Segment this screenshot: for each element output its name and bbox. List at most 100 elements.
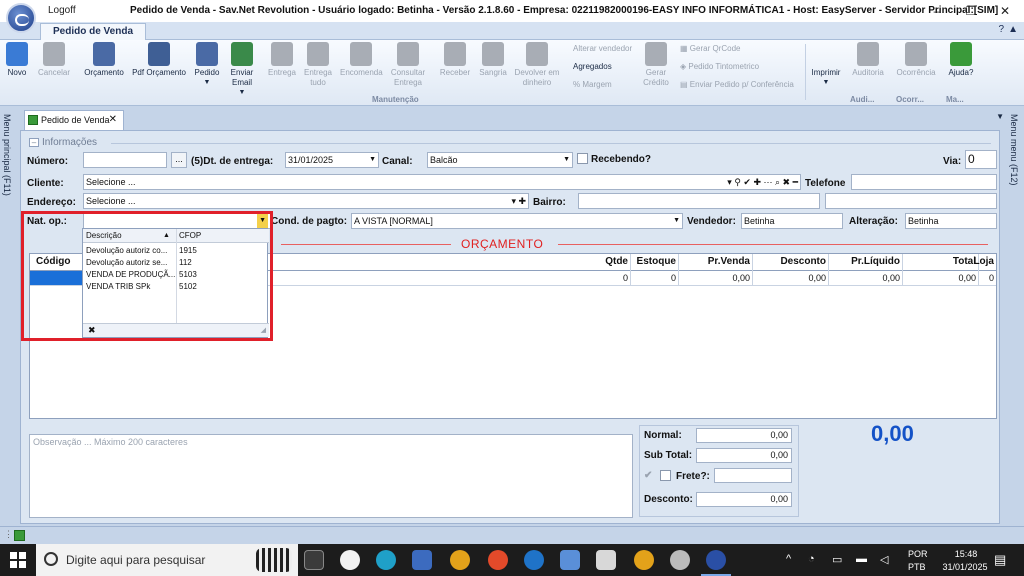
ribbon-button-0[interactable]: Novo — [4, 42, 30, 78]
cliente-select[interactable]: Selecione ... ▾ ⚲ ✔ ✚ ⋯ ⌕ ✖ ━ — [83, 174, 801, 190]
app-logo-icon[interactable] — [6, 3, 36, 33]
desconto-input[interactable]: 0,00 — [696, 492, 792, 507]
app-icon[interactable] — [560, 550, 580, 570]
grid-header-0[interactable]: Código — [36, 254, 70, 270]
notifications-icon[interactable]: ▤ — [994, 552, 1006, 568]
bairro-extra-input[interactable] — [825, 193, 997, 209]
grid-header-4[interactable]: Desconto — [780, 254, 826, 270]
cliente-actions[interactable]: ▾ ⚲ ✔ ✚ ⋯ ⌕ ✖ ━ — [727, 175, 798, 189]
tab-pedido-de-venda[interactable]: Pedido de Venda — [40, 23, 147, 41]
chrome-icon[interactable] — [634, 550, 654, 570]
display-icon[interactable]: ▭ — [832, 553, 842, 566]
chevron-down-icon[interactable]: ▼ — [369, 153, 376, 167]
bairro-input[interactable] — [578, 193, 820, 209]
telefone-input[interactable] — [851, 174, 997, 190]
via-input[interactable]: 0 — [965, 150, 997, 169]
grid-cell[interactable]: 0 — [623, 271, 628, 285]
volume-icon[interactable]: ◁ — [880, 553, 888, 566]
maximize-button[interactable]: ❐ — [956, 2, 986, 20]
col-descricao[interactable]: Descrição — [86, 229, 122, 243]
endereco-select[interactable]: Selecione ... ▾ ✚ — [83, 193, 529, 209]
chevron-down-icon[interactable]: ▼ — [257, 214, 268, 228]
chrome-icon[interactable] — [450, 550, 470, 570]
clock-date[interactable]: 31/01/2025 — [936, 562, 994, 572]
gerar-qrcode-button[interactable]: ▦ Gerar QrCode — [680, 44, 740, 53]
grid-cell[interactable]: 0 — [989, 271, 994, 285]
ribbon-button-8[interactable]: Encomenda — [340, 42, 383, 78]
taskbar-search[interactable]: Digite aqui para pesquisar — [36, 544, 298, 576]
natop-select[interactable]: ▼ — [83, 213, 271, 229]
ie-icon[interactable] — [524, 550, 544, 570]
chevron-down-icon[interactable]: ▼ — [673, 214, 680, 228]
task-view-icon[interactable] — [304, 550, 324, 570]
selected-cell[interactable] — [30, 271, 86, 285]
grid-header-7[interactable]: Loja — [973, 254, 994, 270]
logoff-link[interactable]: Logoff — [48, 5, 76, 16]
windows-start-icon[interactable] — [10, 552, 26, 568]
network-icon[interactable]: ◔ — [808, 553, 815, 565]
ribbon-button-5[interactable]: Enviar Email ▼ — [226, 42, 258, 98]
cond-pagto-select[interactable]: A VISTA [NORMAL] ▼ — [351, 213, 683, 229]
numero-search-button[interactable]: ... — [171, 152, 187, 168]
ajuda-button[interactable]: Ajuda? — [944, 42, 978, 78]
ocorrencia-button[interactable]: Ocorrência — [894, 42, 938, 78]
ribbon-button-10[interactable]: Receber — [438, 42, 472, 78]
natop-option-cfop[interactable]: 5102 — [179, 281, 197, 293]
pedido-tintometrico-button[interactable]: ◈ Pedido Tintometrico — [680, 62, 759, 71]
auditoria-button[interactable]: Auditoria — [848, 42, 888, 78]
tray-chevron-icon[interactable]: ^ — [786, 553, 791, 565]
input-lang-2[interactable]: PTB — [908, 562, 926, 572]
ribbon-button-1[interactable]: Cancelar — [36, 42, 72, 78]
frete-checkbox[interactable] — [660, 470, 671, 481]
natop-option-descricao[interactable]: Devolução autoriz se... — [86, 257, 167, 269]
collapse-icon[interactable]: – — [29, 138, 39, 147]
ribbon-button-11[interactable]: Sangria — [478, 42, 508, 78]
natop-option-cfop[interactable]: 1915 — [179, 245, 197, 257]
grid-cell[interactable]: 0,00 — [958, 271, 976, 285]
app-icon[interactable] — [340, 550, 360, 570]
grid-header-5[interactable]: Pr.Líquido — [851, 254, 900, 270]
numero-input[interactable] — [83, 152, 167, 168]
col-cfop[interactable]: CFOP — [179, 229, 201, 243]
gerar-credito-button[interactable]: Gerar Crédito — [638, 42, 674, 88]
natop-option-descricao[interactable]: VENDA DE PRODUÇÃ... — [86, 269, 175, 281]
chevron-down-icon[interactable]: ▼ — [996, 112, 1004, 121]
ribbon-button-12[interactable]: Devolver em dinheiro — [512, 42, 562, 88]
document-icon[interactable] — [14, 530, 25, 541]
endereco-actions[interactable]: ▾ ✚ — [511, 194, 526, 208]
recebendo-checkbox[interactable] — [577, 153, 588, 164]
grid-cell[interactable]: 0,00 — [808, 271, 826, 285]
grid-cell[interactable]: 0,00 — [732, 271, 750, 285]
clear-icon[interactable]: ✖ — [88, 325, 96, 336]
agregados-button[interactable]: Agregados — [573, 62, 612, 71]
natop-option-descricao[interactable]: Devolução autoriz co... — [86, 245, 167, 257]
enviar-conferencia-button[interactable]: ▤ Enviar Pedido p/ Conferência — [680, 80, 794, 89]
battery-icon[interactable]: ▬ — [856, 553, 867, 565]
grid-header-1[interactable]: Qtde — [605, 254, 628, 270]
ribbon-button-4[interactable]: Pedido ▼ — [192, 42, 222, 88]
minimize-button[interactable]: – — [922, 2, 952, 20]
ribbon-button-9[interactable]: Consultar Entrega — [388, 42, 428, 88]
input-lang-1[interactable]: POR — [908, 549, 928, 559]
alteracao-input[interactable]: Betinha — [905, 213, 997, 229]
edge-icon[interactable] — [376, 550, 396, 570]
section-informacoes[interactable]: – Informações — [29, 137, 97, 148]
grid-header-2[interactable]: Estoque — [637, 254, 676, 270]
ribbon-button-2[interactable]: Orçamento — [82, 42, 126, 78]
clock-time[interactable]: 15:48 — [944, 549, 988, 559]
ribbon-button-6[interactable]: Entrega — [266, 42, 298, 78]
grid-cell[interactable]: 0 — [671, 271, 676, 285]
observacao-textarea[interactable]: Observação ... Máximo 200 caracteres — [29, 434, 633, 518]
close-button[interactable]: ✕ — [990, 2, 1020, 20]
ribbon-button-7[interactable]: Entrega tudo — [302, 42, 334, 88]
natop-dropdown[interactable]: Descrição ▲ CFOP Devolução autoriz co...… — [82, 228, 269, 338]
vendedor-input[interactable]: Betinha — [741, 213, 843, 229]
side-menu-right[interactable]: Menu menu (F12) — [1004, 106, 1024, 526]
natop-option-descricao[interactable]: VENDA TRIB SPk — [86, 281, 150, 293]
chrome-icon[interactable] — [488, 550, 508, 570]
close-icon[interactable]: ✕ — [109, 111, 117, 129]
dt-entrega-input[interactable]: 31/01/2025 ▼ — [285, 152, 379, 168]
margem-button[interactable]: % Margem — [573, 80, 612, 89]
canal-select[interactable]: Balcão ▼ — [427, 152, 573, 168]
chevron-down-icon[interactable]: ▼ — [563, 153, 570, 167]
